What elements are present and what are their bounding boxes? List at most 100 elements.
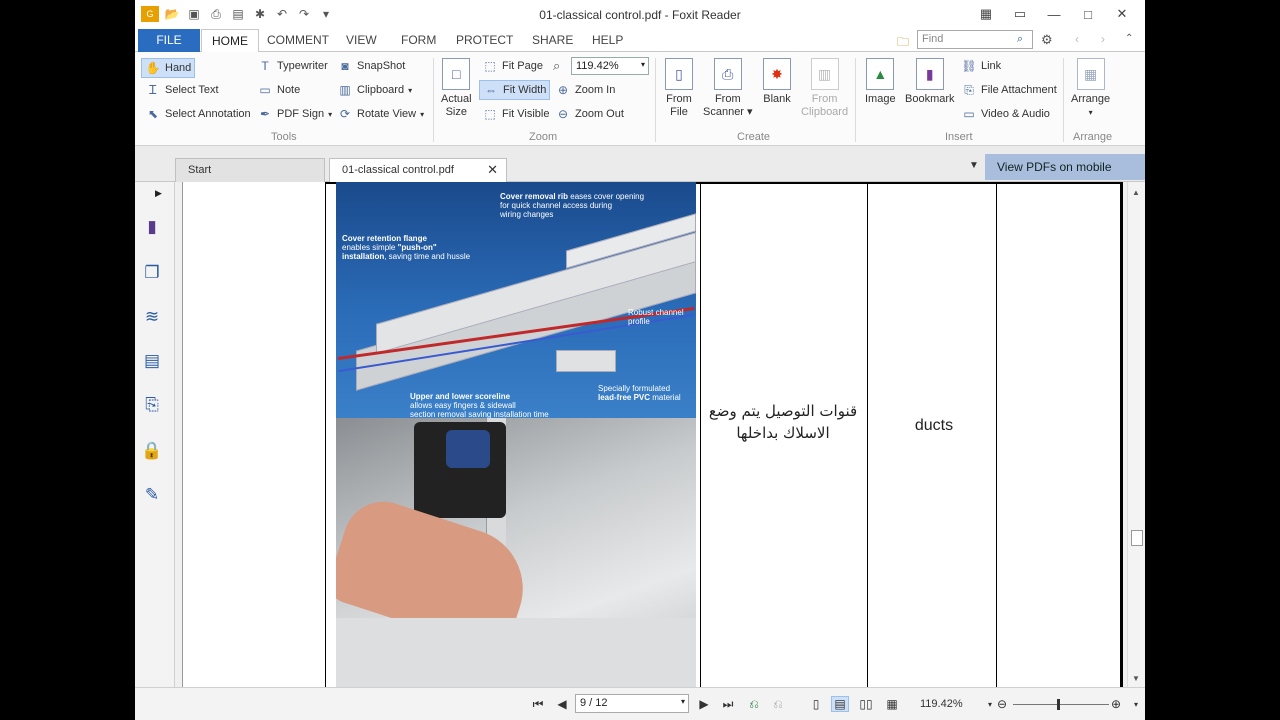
search-icon[interactable]: ⌕ (1017, 33, 1023, 46)
tab-protect[interactable]: PROTECT (446, 29, 523, 52)
zoom-out-icon: ⊖ (557, 107, 569, 121)
layers-panel-icon[interactable]: ≋ (141, 306, 163, 328)
maximize-button[interactable]: □ (1071, 4, 1105, 24)
page-number-input[interactable]: 9 / 12 ▾ (575, 694, 689, 713)
hand-tool-button[interactable]: ✋ Hand (141, 58, 196, 78)
fit-visible-button[interactable]: ⬚ Fit Visible (482, 106, 549, 122)
caption-cover-removal: Cover removal rib eases cover opening fo… (500, 192, 645, 219)
scroll-up-icon[interactable]: ▲ (1132, 188, 1140, 197)
zoom-slider[interactable] (1013, 699, 1109, 710)
expand-panel-icon[interactable]: ▶ (155, 188, 162, 199)
minimize-button[interactable]: — (1037, 4, 1071, 24)
zoom-select[interactable]: 119.42% ▾ (571, 57, 649, 75)
drive-keypad (446, 430, 490, 468)
arrange-button[interactable]: ▦ Arrange ▾ (1071, 58, 1110, 119)
panel-install-photo (336, 418, 696, 687)
bookmarks-panel-icon[interactable]: ▮ (141, 216, 163, 238)
fit-page-button[interactable]: ⬚ Fit Page (482, 58, 543, 74)
last-page-icon[interactable]: ⏭ (719, 696, 737, 712)
select-annotation-button[interactable]: ⬉ Select Annotation (145, 106, 251, 122)
tab-start[interactable]: Start (175, 158, 325, 182)
blank-button[interactable]: ✸ Blank (763, 58, 791, 106)
fit-width-icon: ⇔ (485, 83, 497, 97)
continuous-facing-icon[interactable]: ▦ (883, 696, 901, 712)
fit-page-icon: ⬚ (484, 59, 496, 73)
tab-home[interactable]: HOME (201, 29, 259, 53)
scroll-down-icon[interactable]: ▼ (1132, 674, 1140, 683)
document-view[interactable]: Cover removal rib eases cover opening fo… (175, 182, 1131, 687)
fit-width-button[interactable]: ⇔ Fit Width (479, 80, 551, 100)
navigation-panel: ▶ ▮ ❐ ≋ ▤ ⎘ 🔒 ✎ (135, 182, 175, 687)
single-page-icon[interactable]: ▯ (807, 696, 825, 712)
from-scanner-button[interactable]: ⎙ From Scanner ▾ (703, 58, 753, 119)
scroll-thumb[interactable] (1131, 530, 1143, 546)
previous-view-icon[interactable]: ⎌ (745, 696, 763, 712)
gear-icon[interactable]: ⚙ (1041, 32, 1053, 48)
tab-file[interactable]: FILE (138, 29, 200, 52)
file-attachment-button[interactable]: ⎘ File Attachment (961, 82, 1057, 98)
pdf-sign-button[interactable]: ✒ PDF Sign ▾ (257, 106, 332, 122)
next-page-icon[interactable]: ▶ (695, 696, 713, 712)
note-button[interactable]: ▭ Note (257, 82, 300, 98)
rotate-icon: ⟳ (339, 107, 351, 121)
zoom-out-icon[interactable]: ⊖ (993, 696, 1011, 712)
signature-panel-icon[interactable]: ✎ (141, 484, 163, 506)
pages-panel-icon[interactable]: ❐ (141, 262, 163, 284)
zoom-in-button[interactable]: ⊕ Zoom In (555, 82, 615, 98)
tab-list-arrow-icon[interactable]: ▼ (969, 160, 979, 171)
video-audio-button[interactable]: ▭ Video & Audio (961, 106, 1050, 122)
layout-icon[interactable]: ▦ (969, 4, 1003, 24)
clipboard-button[interactable]: ▥ Clipboard ▾ (337, 82, 412, 98)
bookmark-button[interactable]: ▮ Bookmark (905, 58, 955, 106)
scanner-icon: ⎙ (713, 58, 742, 90)
next-result-icon[interactable]: › (1101, 32, 1105, 46)
panel-base (336, 618, 696, 687)
image-icon: ▲ (866, 58, 895, 90)
zoom-in-icon[interactable]: ⊕ (1107, 696, 1125, 712)
prev-result-icon[interactable]: ‹ (1075, 32, 1079, 46)
zoom-options-icon[interactable]: ▾ (1127, 696, 1145, 712)
zoom-out-button[interactable]: ⊖ Zoom Out (555, 106, 624, 122)
tab-comment[interactable]: COMMENT (257, 29, 339, 52)
caption-robust-channel: Robust channel profile (628, 308, 684, 326)
continuous-page-icon[interactable]: ▤ (831, 696, 849, 712)
select-text-icon: Ꮖ (149, 82, 157, 97)
zoom-slider-knob[interactable] (1057, 699, 1060, 710)
close-button[interactable]: ✕ (1105, 4, 1139, 24)
vertical-scrollbar[interactable]: ▲ ▼ (1127, 182, 1145, 687)
caption-retention-flange: Cover retention flange enables simple "p… (342, 234, 471, 261)
comments-panel-icon[interactable]: ▤ (141, 350, 163, 372)
previous-page-icon[interactable]: ◀ (553, 696, 571, 712)
chevron-down-icon: ▾ (328, 109, 333, 119)
actual-size-button[interactable]: □ Actual Size (441, 58, 472, 119)
table-border (325, 182, 326, 687)
facing-pages-icon[interactable]: ▯▯ (857, 696, 875, 712)
select-text-button[interactable]: Ꮖ Select Text (145, 82, 219, 98)
attachments-panel-icon[interactable]: ⎘ (141, 394, 163, 416)
close-tab-icon[interactable]: ✕ (487, 159, 498, 181)
find-folder-icon[interactable]: 🗀 (897, 33, 909, 54)
first-page-icon[interactable]: ⏮ (529, 696, 547, 712)
lock-icon[interactable]: 🔒 (141, 440, 163, 462)
snapshot-button[interactable]: ◙ SnapShot (337, 58, 405, 74)
mobile-devices-banner[interactable]: View PDFs on mobile devices (985, 154, 1145, 200)
pdf-page: Cover removal rib eases cover opening fo… (182, 182, 1123, 687)
tab-help[interactable]: HELP (582, 29, 633, 52)
tab-view[interactable]: VIEW (336, 29, 387, 52)
ribbon-toggle-icon[interactable]: ▭ (1003, 4, 1037, 24)
from-file-button[interactable]: ▯ From File (665, 58, 693, 119)
tab-share[interactable]: SHARE (522, 29, 583, 52)
tab-current-document[interactable]: 01-classical control.pdf ✕ (329, 158, 507, 183)
rotate-view-button[interactable]: ⟳ Rotate View ▾ (337, 106, 424, 122)
typewriter-button[interactable]: T Typewriter (257, 58, 327, 74)
next-view-icon[interactable]: ⎌ (769, 696, 787, 712)
document-tabs: Start 01-classical control.pdf ✕ ▼ View … (135, 146, 1145, 200)
from-clipboard-button[interactable]: ▥ From Clipboard (801, 58, 848, 119)
link-button[interactable]: ⛓ Link (961, 58, 1001, 74)
image-button[interactable]: ▲ Image (865, 58, 896, 106)
find-input[interactable]: Find (917, 30, 1033, 49)
tools-group-label: Tools (271, 131, 297, 143)
zoom-in-icon: ⊕ (557, 83, 569, 97)
tab-form[interactable]: FORM (391, 29, 446, 52)
collapse-ribbon-icon[interactable]: ⌃ (1125, 33, 1133, 44)
